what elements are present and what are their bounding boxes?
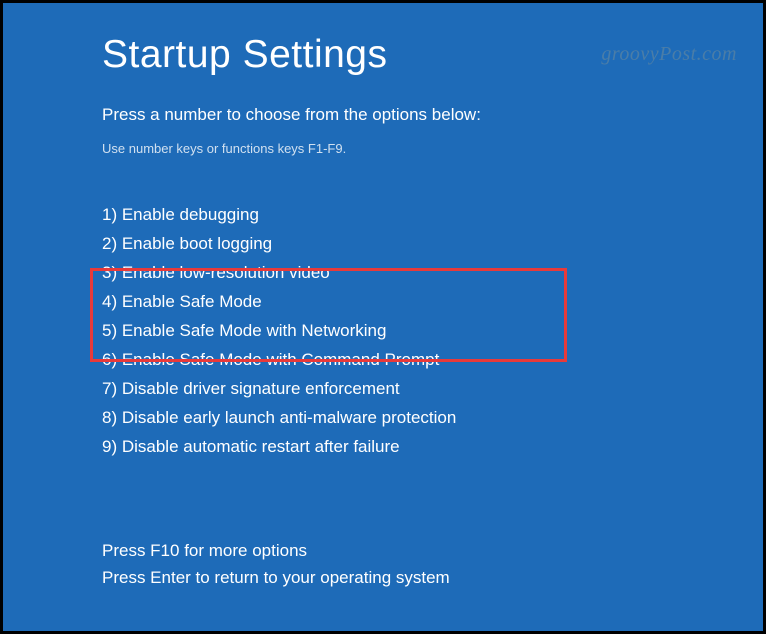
instruction-text: Press a number to choose from the option… (102, 105, 763, 125)
footer-instructions: Press F10 for more options Press Enter t… (102, 537, 450, 591)
option-6-safe-mode-cmd[interactable]: 6) Enable Safe Mode with Command Prompt (102, 345, 763, 374)
return-hint: Press Enter to return to your operating … (102, 564, 450, 591)
option-5-safe-mode-networking[interactable]: 5) Enable Safe Mode with Networking (102, 316, 763, 345)
option-1-debugging[interactable]: 1) Enable debugging (102, 200, 763, 229)
option-9-disable-auto-restart[interactable]: 9) Disable automatic restart after failu… (102, 432, 763, 461)
startup-settings-screen: Startup Settings Press a number to choos… (3, 3, 763, 461)
option-3-low-res-video[interactable]: 3) Enable low-resolution video (102, 258, 763, 287)
more-options-hint: Press F10 for more options (102, 537, 450, 564)
option-2-boot-logging[interactable]: 2) Enable boot logging (102, 229, 763, 258)
watermark-text: groovyPost.com (601, 43, 737, 66)
option-4-safe-mode[interactable]: 4) Enable Safe Mode (102, 287, 763, 316)
hint-text: Use number keys or functions keys F1-F9. (102, 141, 763, 156)
option-7-disable-driver-sig[interactable]: 7) Disable driver signature enforcement (102, 374, 763, 403)
startup-options-list: 1) Enable debugging 2) Enable boot loggi… (102, 200, 763, 461)
option-8-disable-antimalware[interactable]: 8) Disable early launch anti-malware pro… (102, 403, 763, 432)
